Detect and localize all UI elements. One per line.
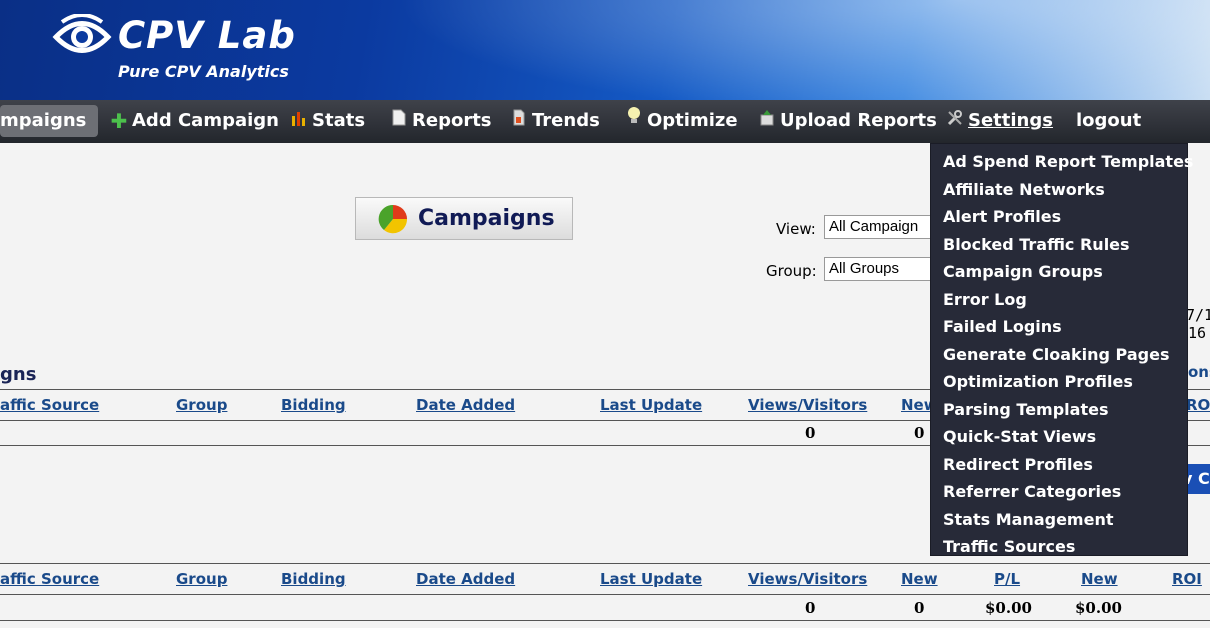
eye-logo-icon [52, 14, 112, 53]
total-new-2: $0.00 [1075, 599, 1122, 617]
side-date-2: 16 [1188, 324, 1207, 342]
menu-item-affiliate-networks[interactable]: Affiliate Networks [931, 176, 1187, 204]
side-link[interactable]: ons [1188, 363, 1210, 381]
group-label: Group: [766, 262, 817, 280]
nav-add-campaign-label: Add Campaign [132, 110, 279, 131]
col-group[interactable]: Group [176, 396, 227, 414]
col-pl[interactable]: P/L [994, 570, 1020, 588]
menu-item-campaign-groups[interactable]: Campaign Groups [931, 258, 1187, 286]
table2-totals: 0 0 $0.00 $0.00 [0, 595, 1210, 621]
menu-item-generate-cloaking-pages[interactable]: Generate Cloaking Pages [931, 341, 1187, 369]
nav-logout[interactable]: logout [1076, 105, 1141, 137]
upload-icon [758, 105, 776, 137]
menu-item-redirect-profiles[interactable]: Redirect Profiles [931, 451, 1187, 479]
nav-campaigns[interactable]: mpaigns [0, 105, 99, 137]
header-swoosh [300, 0, 1210, 100]
pie-chart-icon [378, 204, 408, 233]
nav-settings[interactable]: Settings [946, 105, 1053, 137]
campaigns-button-label: Campaigns [418, 206, 555, 231]
campaigns-button[interactable]: Campaigns [355, 197, 573, 240]
nav-stats-label: Stats [312, 110, 366, 131]
menu-item-ad-spend-report-templates[interactable]: Ad Spend Report Templates [931, 148, 1193, 176]
side-date-1: 7/1 [1186, 306, 1210, 324]
col-last-update[interactable]: Last Update [600, 396, 702, 414]
total-new: 0 [914, 424, 925, 442]
main-nav: mpaigns ✚ Add Campaign Stats Reports Tre… [0, 100, 1210, 143]
nav-stats[interactable]: Stats [290, 105, 365, 137]
col-traffic-source[interactable]: affic Source [0, 570, 99, 588]
col-bidding[interactable]: Bidding [281, 570, 346, 588]
nav-upload-reports[interactable]: Upload Reports [758, 105, 937, 137]
total-views: 0 [805, 599, 816, 617]
col-roi[interactable]: ROI [1172, 570, 1202, 588]
logo-subtitle: Pure CPV Analytics [118, 62, 289, 81]
tools-icon [946, 105, 964, 137]
nav-reports[interactable]: Reports [390, 105, 492, 137]
nav-trends-label: Trends [532, 110, 600, 131]
col-new-2[interactable]: New [1081, 570, 1118, 588]
col-new[interactable]: New [901, 570, 938, 588]
menu-item-alert-profiles[interactable]: Alert Profiles [931, 203, 1187, 231]
menu-item-parsing-templates[interactable]: Parsing Templates [931, 396, 1187, 424]
logo-title: CPV Lab [118, 14, 296, 57]
app-header: CPV Lab Pure CPV Analytics [0, 0, 1210, 100]
col-views-visitors[interactable]: Views/Visitors [748, 570, 867, 588]
menu-item-optimization-profiles[interactable]: Optimization Profiles [931, 368, 1187, 396]
col-traffic-source[interactable]: affic Source [0, 396, 99, 414]
menu-item-failed-logins[interactable]: Failed Logins [931, 313, 1187, 341]
menu-item-error-log[interactable]: Error Log [931, 286, 1187, 314]
view-select[interactable]: All Campaign [824, 215, 934, 239]
col-bidding[interactable]: Bidding [281, 396, 346, 414]
table2-header: affic Source Group Bidding Date Added La… [0, 563, 1210, 595]
col-views-visitors[interactable]: Views/Visitors [748, 396, 867, 414]
menu-item-traffic-sources[interactable]: Traffic Sources [931, 533, 1187, 561]
col-group[interactable]: Group [176, 570, 227, 588]
menu-item-quick-stat-views[interactable]: Quick-Stat Views [931, 423, 1187, 451]
lightbulb-icon [625, 105, 643, 137]
total-views: 0 [805, 424, 816, 442]
bar-chart-icon [290, 105, 308, 137]
nav-trends[interactable]: Trends [510, 105, 600, 137]
group-select[interactable]: All Groups [824, 257, 934, 281]
menu-item-blocked-traffic-rules[interactable]: Blocked Traffic Rules [931, 231, 1187, 259]
col-date-added[interactable]: Date Added [416, 570, 515, 588]
col-date-added[interactable]: Date Added [416, 396, 515, 414]
settings-dropdown-menu: Ad Spend Report Templates Affiliate Netw… [930, 143, 1193, 556]
document-icon [390, 105, 408, 137]
col-roi[interactable]: ROI [1186, 396, 1210, 414]
nav-upload-reports-label: Upload Reports [780, 110, 937, 131]
nav-optimize[interactable]: Optimize [625, 105, 738, 137]
nav-reports-label: Reports [412, 110, 492, 131]
nav-add-campaign[interactable]: ✚ Add Campaign [110, 105, 279, 137]
view-label: View: [776, 220, 816, 238]
trends-icon [510, 105, 528, 137]
total-new: 0 [914, 599, 925, 617]
section-title: gns [0, 364, 37, 385]
menu-item-referrer-categories[interactable]: Referrer Categories [931, 478, 1187, 506]
plus-icon: ✚ [110, 109, 128, 133]
nav-settings-label: Settings [968, 110, 1053, 131]
nav-optimize-label: Optimize [647, 110, 738, 131]
menu-item-stats-management[interactable]: Stats Management [931, 506, 1187, 534]
nav-logout-label: logout [1076, 110, 1142, 131]
col-last-update[interactable]: Last Update [600, 570, 702, 588]
nav-campaigns-label: mpaigns [0, 110, 87, 131]
total-pl: $0.00 [985, 599, 1032, 617]
